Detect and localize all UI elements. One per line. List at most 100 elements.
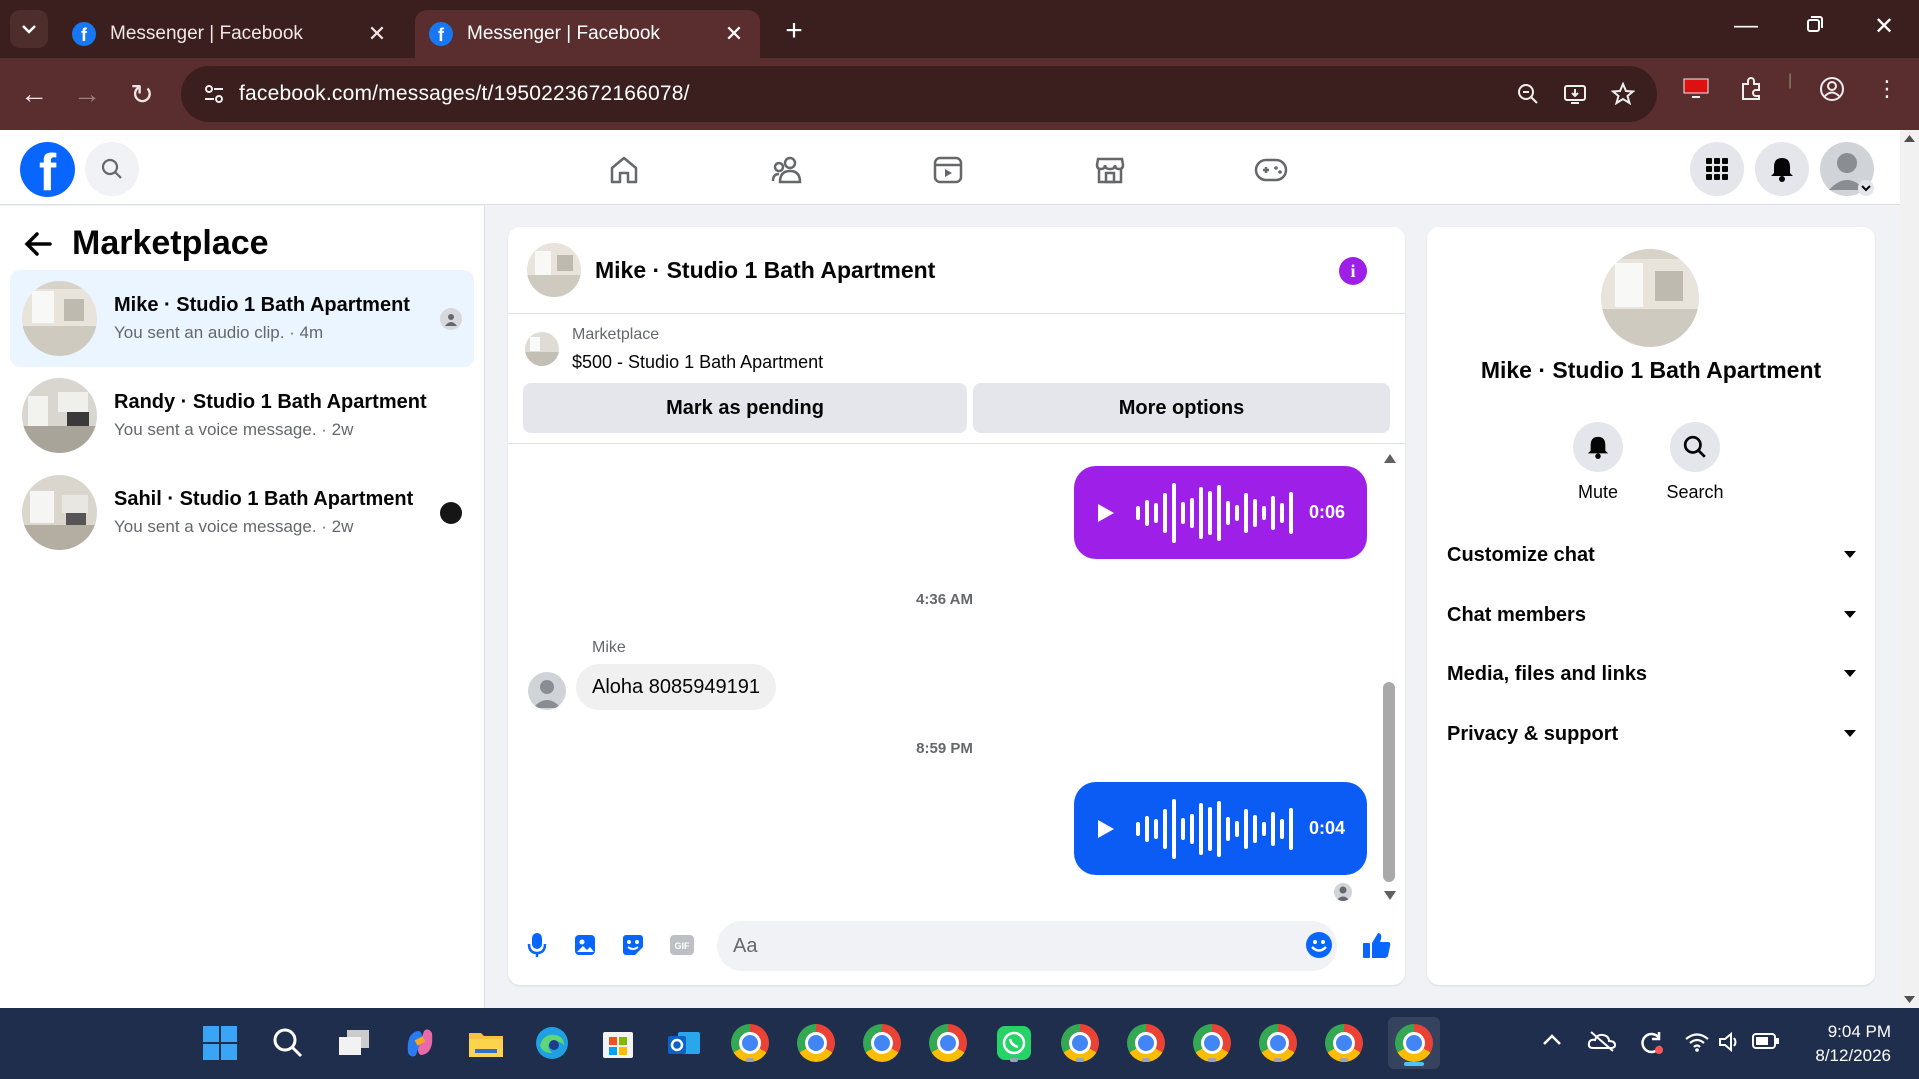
wifi-icon[interactable] [1684, 1032, 1710, 1057]
gaming-icon[interactable] [1251, 150, 1291, 190]
bookmark-star-icon[interactable] [1611, 82, 1635, 106]
info-icon[interactable]: i [1339, 257, 1367, 285]
message-input[interactable]: Aa [717, 921, 1337, 971]
minimize-button[interactable]: — [1726, 12, 1766, 40]
site-settings-icon[interactable] [189, 84, 239, 104]
chrome-icon-active[interactable] [1388, 1017, 1440, 1069]
tab-search-dropdown[interactable] [10, 10, 48, 48]
browser-tab-2[interactable]: f Messenger | Facebook ✕ [415, 10, 760, 58]
whatsapp-icon[interactable] [992, 1021, 1036, 1065]
forward-button[interactable]: → [69, 78, 105, 110]
chat-scroll-down-arrow[interactable] [1383, 889, 1397, 901]
chrome-icon[interactable] [1190, 1021, 1234, 1065]
close-tab-icon[interactable]: ✕ [365, 21, 389, 47]
media-files-links-section[interactable]: Media, files and links [1447, 649, 1857, 699]
play-icon[interactable] [1096, 502, 1116, 524]
task-view-icon[interactable] [332, 1021, 376, 1065]
close-tab-icon[interactable]: ✕ [722, 21, 746, 47]
reload-button[interactable]: ↻ [124, 78, 160, 111]
profile-icon[interactable] [1819, 76, 1845, 107]
taskbar-clock[interactable]: 9:04 PM 8/12/2026 [1815, 1020, 1891, 1068]
section-label: Chat members [1447, 603, 1586, 626]
sticker-icon[interactable] [618, 930, 648, 960]
grid-menu-icon[interactable] [1690, 142, 1744, 196]
marketplace-icon[interactable] [1090, 150, 1130, 190]
microsoft-store-icon[interactable] [596, 1021, 640, 1065]
tab-title: Messenger | Facebook [467, 23, 660, 44]
file-explorer-icon[interactable] [464, 1021, 508, 1065]
chat-scroll-up-arrow[interactable] [1383, 451, 1397, 463]
back-button[interactable]: ← [16, 78, 52, 110]
extensions-puzzle-icon[interactable] [1738, 76, 1764, 107]
install-app-icon[interactable] [1563, 83, 1587, 105]
sender-avatar[interactable] [528, 672, 566, 710]
chat-title[interactable]: Mike · Studio 1 Bath Apartment [595, 257, 935, 284]
audio-message-outgoing[interactable]: 0:04 [1074, 782, 1367, 875]
more-options-button[interactable]: More options [973, 383, 1390, 433]
chrome-icon[interactable] [1256, 1021, 1300, 1065]
mic-icon[interactable] [522, 930, 552, 960]
home-icon[interactable] [604, 150, 644, 190]
chrome-icon[interactable] [728, 1021, 772, 1065]
browser-tab-1[interactable]: f Messenger | Facebook ✕ [58, 10, 403, 58]
url-text[interactable]: facebook.com/messages/t/1950223672166078… [239, 82, 1517, 106]
show-hidden-icons-chevron-icon[interactable] [1542, 1032, 1562, 1051]
customize-chat-section[interactable]: Customize chat [1447, 530, 1857, 580]
account-avatar[interactable] [1820, 142, 1874, 196]
audio-message-outgoing[interactable]: 0:06 [1074, 466, 1367, 559]
mute-action[interactable]: Mute [1558, 422, 1638, 503]
emoji-icon[interactable] [1304, 930, 1334, 960]
tab-title: Messenger | Facebook [110, 23, 303, 44]
listing-mini-thumbnail[interactable] [525, 332, 559, 366]
zoom-icon[interactable] [1517, 83, 1539, 105]
chrome-icon[interactable] [1124, 1021, 1168, 1065]
search-action[interactable]: Search [1655, 422, 1735, 503]
message-timestamp: 4:36 AM [916, 591, 973, 608]
listing-price-title[interactable]: $500 - Studio 1 Bath Apartment [572, 352, 823, 373]
privacy-support-section[interactable]: Privacy & support [1447, 709, 1857, 759]
friends-icon[interactable] [767, 150, 807, 190]
chat-scrollbar-thumb[interactable] [1383, 682, 1395, 882]
sync-icon[interactable] [1637, 1028, 1665, 1061]
like-icon[interactable] [1360, 930, 1394, 960]
profile-photo[interactable] [1601, 249, 1699, 347]
image-icon[interactable] [570, 930, 600, 960]
extension-red-icon[interactable] [1682, 76, 1710, 105]
onedrive-off-icon[interactable] [1587, 1030, 1617, 1057]
conversation-item-sahil[interactable]: Sahil · Studio 1 Bath Apartment You sent… [10, 464, 474, 561]
taskbar-search-icon[interactable] [266, 1021, 310, 1065]
conversation-item-mike[interactable]: Mike · Studio 1 Bath Apartment You sent … [10, 270, 474, 367]
page-scrollbar[interactable] [1900, 130, 1919, 1008]
bell-icon[interactable] [1755, 142, 1809, 196]
chat-avatar[interactable] [527, 243, 581, 297]
copilot-icon[interactable] [398, 1021, 442, 1065]
chrome-icon[interactable] [860, 1021, 904, 1065]
battery-icon[interactable] [1752, 1032, 1780, 1055]
chat-members-section[interactable]: Chat members [1447, 590, 1857, 640]
windows-start-icon[interactable] [198, 1021, 242, 1065]
close-window-button[interactable]: ✕ [1864, 12, 1904, 41]
play-icon[interactable] [1096, 818, 1116, 840]
conversation-item-randy[interactable]: Randy · Studio 1 Bath Apartment You sent… [10, 367, 474, 464]
conversation-preview: You sent a voice message. · 2w [114, 420, 354, 439]
chrome-icon[interactable] [1322, 1021, 1366, 1065]
restore-button[interactable] [1795, 12, 1835, 40]
chrome-icon[interactable] [1058, 1021, 1102, 1065]
outlook-icon[interactable] [662, 1021, 706, 1065]
windows-taskbar: 9:04 PM 8/12/2026 [0, 1008, 1919, 1079]
browser-menu-icon[interactable]: ⋮ [1876, 76, 1898, 102]
incoming-message-bubble[interactable]: Aloha 8085949191 [576, 664, 776, 710]
back-arrow-icon[interactable] [24, 231, 52, 257]
volume-icon[interactable] [1718, 1031, 1742, 1057]
chrome-icon[interactable] [794, 1021, 838, 1065]
omnibox[interactable]: facebook.com/messages/t/1950223672166078… [181, 66, 1657, 122]
gif-icon[interactable]: GIF [667, 930, 697, 960]
audio-duration: 0:04 [1308, 818, 1345, 838]
edge-browser-icon[interactable] [530, 1021, 574, 1065]
video-icon[interactable] [928, 150, 968, 190]
facebook-search-button[interactable] [85, 142, 139, 196]
mark-as-pending-button[interactable]: Mark as pending [523, 383, 967, 433]
new-tab-button[interactable]: + [778, 14, 810, 48]
chrome-icon[interactable] [926, 1021, 970, 1065]
facebook-logo-icon[interactable]: f [20, 142, 75, 197]
